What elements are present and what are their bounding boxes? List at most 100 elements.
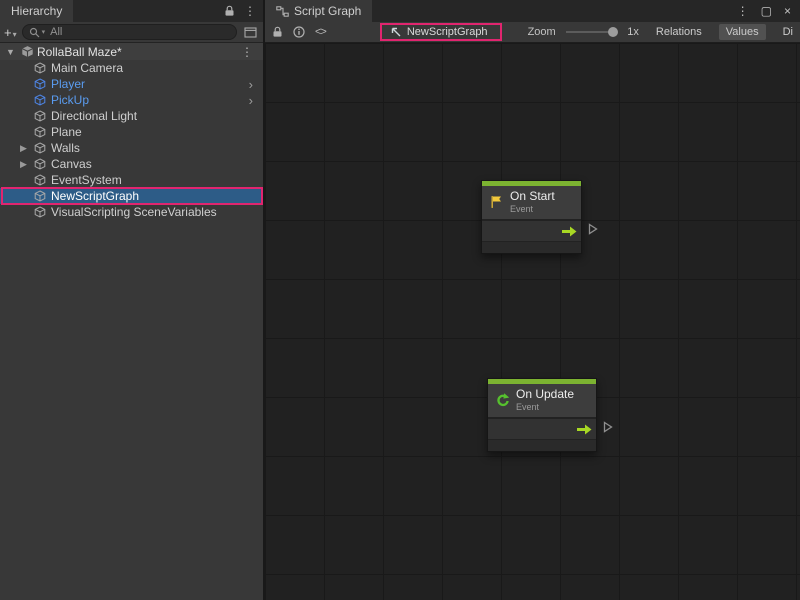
output-flow-arrow-icon[interactable] [577, 424, 592, 435]
hierarchy-tabstrip: Hierarchy ⋮ [0, 0, 263, 22]
node-on-start[interactable]: On Start Event [481, 180, 582, 254]
node-header: On Update Event [488, 384, 596, 417]
node-subtitle: Event [516, 402, 574, 412]
node-footer [482, 241, 581, 253]
row-label: PickUp [51, 93, 89, 107]
node-on-update[interactable]: On Update Event [487, 378, 597, 452]
unity-scene-icon [21, 45, 34, 58]
node-title: On Update [516, 388, 574, 402]
prefab-chevron-icon[interactable]: › [249, 78, 263, 91]
output-flow-arrow-icon[interactable] [562, 226, 577, 237]
node-header: On Start Event [482, 186, 581, 219]
cube-icon [34, 78, 48, 90]
search-filter-caret-icon[interactable]: ▾ [42, 28, 46, 36]
hierarchy-tree-items: Main Camera Player › PickUp › Directiona… [0, 60, 263, 220]
graph-name-breadcrumb[interactable]: NewScriptGraph [380, 23, 502, 41]
maximize-icon[interactable]: ▢ [761, 4, 772, 18]
row-label: Plane [51, 125, 82, 139]
row-label: Walls [51, 141, 80, 155]
zoom-slider[interactable] [566, 31, 618, 33]
caret-down-icon: ▾ [13, 30, 17, 39]
tree-row[interactable]: Plane [0, 124, 263, 140]
close-icon[interactable]: × [784, 4, 791, 18]
zoom-slider-thumb[interactable] [608, 27, 618, 37]
hierarchy-panel: Hierarchy ⋮ + ▾ ▾ All [0, 0, 265, 600]
tab-script-graph[interactable]: Script Graph [265, 0, 372, 22]
hierarchy-menu-icon[interactable]: ⋮ [244, 4, 256, 18]
row-label: NewScriptGraph [51, 189, 139, 203]
row-label: EventSystem [51, 173, 122, 187]
tab-hierarchy[interactable]: Hierarchy [0, 0, 73, 22]
cube-icon [34, 142, 48, 154]
row-label: Player [51, 77, 85, 91]
hierarchy-tree: ▼ RollaBall Maze* ⋮ Main Camera Player › [0, 43, 263, 600]
node-port-row [482, 219, 581, 241]
node-subtitle: Event [510, 204, 555, 214]
tree-row[interactable]: Player › [0, 76, 263, 92]
row-label: Main Camera [51, 61, 123, 75]
graph-tab-icon [276, 6, 289, 17]
cube-icon [34, 94, 48, 106]
window-menu-icon[interactable]: ⋮ [737, 4, 749, 18]
scene-fold-icon[interactable]: ▼ [6, 47, 18, 57]
scene-header[interactable]: ▼ RollaBall Maze* ⋮ [0, 43, 263, 60]
script-graph-icon [390, 26, 402, 38]
scene-menu-icon[interactable]: ⋮ [241, 45, 263, 59]
tab-script-graph-label: Script Graph [294, 4, 361, 18]
create-object-button[interactable]: + ▾ [4, 25, 17, 40]
fold-icon[interactable]: ▶ [20, 143, 34, 154]
node-title: On Start [510, 190, 555, 204]
node-port-row [488, 417, 596, 439]
scene-name: RollaBall Maze* [37, 45, 122, 59]
row-label: VisualScripting SceneVariables [51, 205, 217, 219]
code-icon[interactable]: <> [315, 26, 326, 38]
tree-row[interactable]: EventSystem [0, 172, 263, 188]
info-icon[interactable] [293, 26, 305, 38]
tree-row[interactable]: PickUp › [0, 92, 263, 108]
cube-icon [34, 126, 48, 138]
zoom-label: Zoom [528, 26, 556, 38]
row-label: Canvas [51, 157, 92, 171]
values-toggle-button[interactable]: Values [719, 24, 766, 40]
plus-icon: + [4, 25, 12, 40]
hierarchy-toolbar: + ▾ ▾ All [0, 22, 263, 43]
cube-icon [34, 190, 48, 202]
graph-tabstrip: Script Graph ⋮ ▢ × [265, 0, 800, 22]
lock-icon[interactable] [224, 5, 235, 17]
graph-lock-icon[interactable] [272, 26, 283, 38]
graph-name-label: NewScriptGraph [407, 26, 488, 38]
search-icon [29, 27, 40, 38]
script-graph-panel: Script Graph ⋮ ▢ × <> NewScriptGraph [265, 0, 800, 600]
cube-icon [34, 62, 48, 74]
zoom-value: 1x [627, 26, 639, 38]
open-search-window-icon[interactable] [242, 27, 259, 38]
flag-icon [488, 194, 504, 210]
node-footer [488, 439, 596, 451]
graph-canvas[interactable]: On Start Event [265, 43, 800, 600]
hierarchy-search-input[interactable]: ▾ All [22, 24, 237, 40]
cube-icon [34, 110, 48, 122]
tree-row[interactable]: Main Camera [0, 60, 263, 76]
search-text: All [50, 26, 62, 38]
loop-icon [494, 392, 510, 408]
dim-toggle-button[interactable]: Di [776, 24, 793, 40]
hierarchy-tab-corner: ⋮ [224, 0, 263, 22]
tree-row[interactable]: ▶ Walls [0, 140, 263, 156]
unity-editor-window: Hierarchy ⋮ + ▾ ▾ All [0, 0, 800, 600]
tree-row[interactable]: VisualScripting SceneVariables [0, 204, 263, 220]
tab-hierarchy-label: Hierarchy [11, 4, 62, 18]
tree-row[interactable]: Directional Light [0, 108, 263, 124]
cube-icon [34, 206, 48, 218]
cube-icon [34, 174, 48, 186]
on-start-output-port-icon[interactable] [588, 223, 598, 235]
on-update-output-port-icon[interactable] [603, 421, 613, 433]
fold-icon[interactable]: ▶ [20, 159, 34, 170]
tree-row[interactable]: NewScriptGraph [0, 188, 263, 204]
cube-icon [34, 158, 48, 170]
prefab-chevron-icon[interactable]: › [249, 94, 263, 107]
tree-row[interactable]: ▶ Canvas [0, 156, 263, 172]
window-controls: ⋮ ▢ × [737, 0, 800, 22]
relations-toggle-button[interactable]: Relations [649, 24, 709, 40]
graph-toolbar: <> NewScriptGraph Zoom 1x Relations Valu… [265, 22, 800, 43]
row-label: Directional Light [51, 109, 137, 123]
